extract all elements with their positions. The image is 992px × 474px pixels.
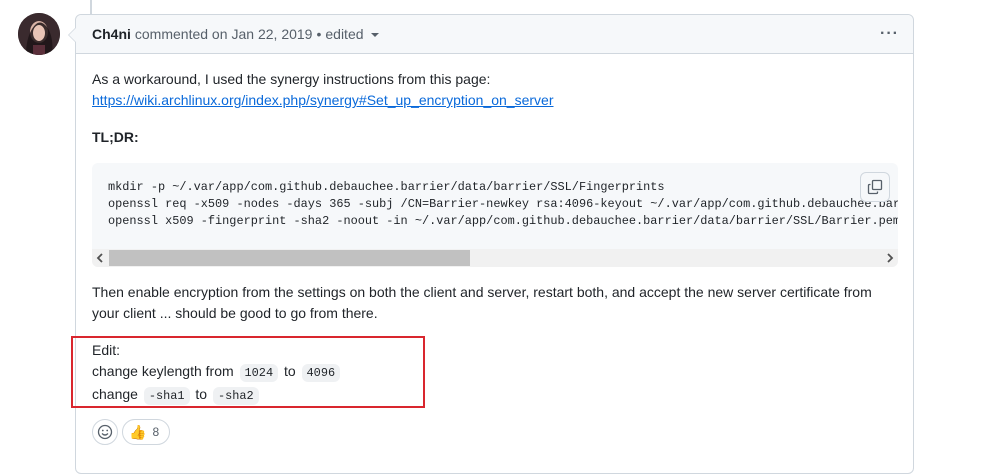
hash-old: -sha1 bbox=[143, 387, 190, 405]
edit-line-hash: change -sha1 to -sha2 bbox=[92, 384, 342, 407]
code-line: openssl req -x509 -nodes -days 365 -subj… bbox=[108, 197, 898, 211]
wiki-link[interactable]: https://wiki.archlinux.org/index.php/syn… bbox=[92, 92, 554, 108]
kebab-icon[interactable]: ··· bbox=[880, 25, 899, 43]
horizontal-scrollbar[interactable] bbox=[92, 249, 898, 267]
keylength-new: 4096 bbox=[301, 364, 341, 382]
code-content: mkdir -p ~/.var/app/com.github.debauchee… bbox=[108, 179, 898, 230]
copy-icon bbox=[867, 179, 883, 195]
code-line: openssl x509 -fingerprint -sha2 -noout -… bbox=[108, 214, 898, 228]
edit-line1-to-word: to bbox=[283, 363, 296, 379]
tldr-heading: TL;DR: bbox=[92, 129, 139, 145]
scrollbar-thumb[interactable] bbox=[109, 250, 470, 266]
edit-section: Edit: change keylength from 1024 to 4096… bbox=[92, 340, 342, 407]
hash-new: -sha2 bbox=[212, 387, 259, 405]
thumbs-up-count: 8 bbox=[152, 424, 160, 439]
timeline-line bbox=[90, 0, 92, 14]
edit-line-keylength: change keylength from 1024 to 4096 bbox=[92, 361, 342, 384]
comment-body: As a workaround, I used the synergy inst… bbox=[71, 54, 913, 445]
comment-caret-fill bbox=[69, 27, 77, 43]
copy-button[interactable] bbox=[860, 172, 890, 202]
comment-author[interactable]: Ch4ni bbox=[92, 26, 131, 42]
intro-text: As a workaround, I used the synergy inst… bbox=[92, 71, 491, 87]
comment-header: Ch4ni commented on Jan 22, 2019 • edited… bbox=[76, 15, 913, 54]
thumbs-up-reaction[interactable]: 👍 8 bbox=[122, 419, 171, 445]
comment-date[interactable]: Jan 22, 2019 bbox=[232, 26, 313, 42]
comment-action: commented on bbox=[134, 26, 228, 42]
chevron-left-icon[interactable] bbox=[92, 249, 108, 267]
outro-paragraph: Then enable encryption from the settings… bbox=[92, 284, 872, 321]
edit-line2-prefix: change bbox=[92, 386, 138, 402]
intro-paragraph: As a workaround, I used the synergy inst… bbox=[92, 69, 892, 111]
thumbs-up-icon: 👍 bbox=[129, 423, 147, 440]
code-block: mkdir -p ~/.var/app/com.github.debauchee… bbox=[92, 163, 898, 267]
smiley-icon bbox=[97, 424, 113, 440]
edited-dropdown[interactable]: edited bbox=[325, 26, 379, 42]
reactions-bar: 👍 8 bbox=[92, 419, 171, 445]
chevron-right-icon[interactable] bbox=[882, 249, 898, 267]
keylength-old: 1024 bbox=[239, 364, 279, 382]
edit-line2-to-word: to bbox=[195, 386, 208, 402]
edit-line1-prefix: change keylength from bbox=[92, 363, 234, 379]
edit-heading: Edit: bbox=[92, 342, 121, 358]
avatar-image bbox=[18, 13, 60, 55]
add-reaction-button[interactable] bbox=[92, 419, 118, 445]
comment-box: Ch4ni commented on Jan 22, 2019 • edited… bbox=[68, 14, 914, 474]
header-separator: • bbox=[316, 26, 322, 42]
edited-label: edited bbox=[325, 26, 364, 42]
avatar[interactable] bbox=[18, 13, 60, 55]
code-line: mkdir -p ~/.var/app/com.github.debauchee… bbox=[108, 180, 665, 194]
dropdown-caret-icon bbox=[370, 33, 379, 37]
